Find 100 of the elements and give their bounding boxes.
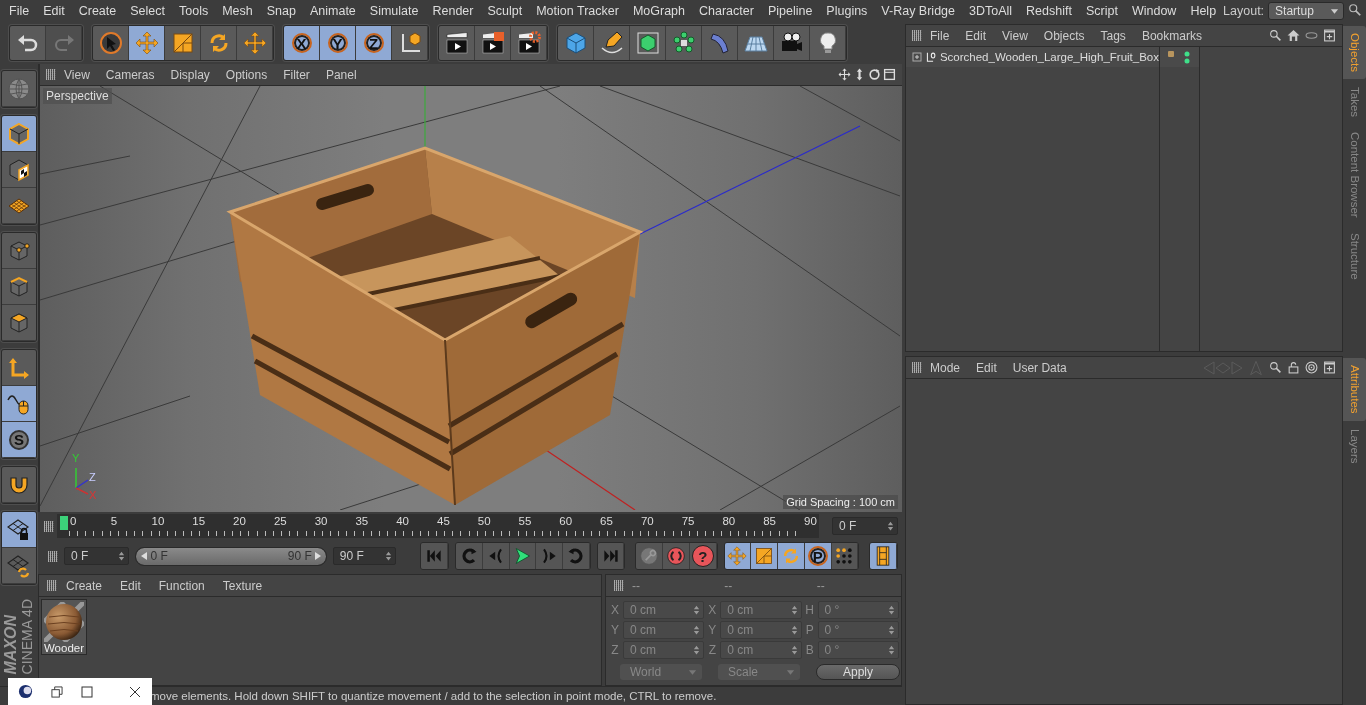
tool-button[interactable] [2,305,36,341]
menu-item[interactable]: MoGraph [625,4,692,18]
menu-item[interactable]: Simulate [362,4,426,18]
menu-item[interactable]: Cameras [97,67,163,82]
side-tab[interactable]: Objects [1343,26,1366,79]
spinner-arrows-icon [888,604,896,616]
tool-button[interactable]: X [284,26,320,60]
layout-dropdown[interactable]: Startup [1268,2,1344,20]
menu-item[interactable]: Mode [922,360,969,375]
menu-item[interactable]: Tools [172,4,216,18]
tool-button[interactable] [666,26,702,60]
current-frame-field[interactable]: 0 F [832,517,898,535]
tool-button[interactable] [392,26,428,60]
grip-handle[interactable] [47,580,57,591]
menu-item[interactable]: Objects [1035,28,1093,43]
tool-button[interactable] [738,26,774,60]
material-swatch[interactable]: Wooder [41,599,87,655]
playback-button[interactable] [509,543,537,569]
tool-button[interactable]: S [2,422,36,458]
playback-button[interactable]: P [804,543,832,569]
tool-button[interactable] [594,26,630,60]
tool-button[interactable] [93,26,129,60]
tool-button[interactable] [439,26,475,60]
menu-item[interactable]: Display [162,67,218,82]
tool-button[interactable]: Z [356,26,392,60]
menu-item[interactable]: Pipeline [760,4,820,18]
menu-item[interactable]: Motion Tracker [529,4,626,18]
search-icon [1348,2,1362,17]
grip-handle[interactable] [614,580,624,591]
side-tab[interactable]: Content Browser [1343,125,1366,225]
menu-item[interactable]: Help [1183,4,1224,18]
menu-item[interactable]: Window [1124,4,1184,18]
grip-handle[interactable] [48,550,58,562]
tool-button[interactable]: Y [320,26,356,60]
axis-label: X [609,603,620,617]
axis-label: Y [72,453,80,463]
menu-item[interactable]: File [2,4,37,18]
frame-range-slider[interactable]: 0 F 90 F [135,546,327,566]
caret-icon [1330,7,1339,15]
menu-item[interactable]: Character [692,4,761,18]
menu-item[interactable]: User Data [1004,360,1075,375]
frame-number: 35 [355,515,369,527]
playback-button[interactable]: ? [689,543,717,569]
menu-item[interactable]: Redshift [1019,4,1079,18]
end-frame-field[interactable]: 90 F [332,547,397,565]
menu-item[interactable]: Texture [213,578,272,593]
menu-item[interactable]: Select [123,4,172,18]
grip-handle[interactable] [912,362,922,373]
menu-item[interactable]: Edit [968,360,1005,375]
playback-button[interactable] [870,543,897,569]
playback-button[interactable] [636,543,664,569]
menu-item[interactable]: View [56,67,98,82]
grip-handle[interactable] [46,69,56,80]
playback-button[interactable] [778,543,805,569]
menu-item[interactable]: V-Ray Bridge [874,4,962,18]
timeline-ruler[interactable]: 0 5 10 15 20 25 30 35 40 45 50 55 60 65 70 75 80 85 90 [57,514,819,538]
tool-button[interactable] [810,26,846,60]
right-arrow-icon [313,551,322,561]
tool-button[interactable] [511,26,547,60]
menu-item[interactable]: File [922,28,958,43]
side-tab[interactable]: Attributes [1343,358,1366,421]
menu-item[interactable]: Render [425,4,481,18]
side-tab[interactable]: Structure [1343,225,1366,287]
menu-item[interactable]: Mesh [215,4,260,18]
playback-button[interactable] [831,543,859,569]
tool-button[interactable] [2,548,36,584]
menu-item[interactable]: Tags [1092,28,1134,43]
menu-item[interactable]: Bookmarks [1133,28,1210,43]
left-arrow-icon [140,551,149,561]
menu-item[interactable]: Animate [302,4,363,18]
menu-item[interactable]: Edit [111,578,150,593]
menu-item[interactable]: Create [57,578,112,593]
tool-button[interactable] [10,26,46,60]
menu-item[interactable]: 3DToAll [962,4,1020,18]
tool-button[interactable] [2,152,36,188]
menu-item[interactable]: Panel [317,67,365,82]
playback-button[interactable] [663,543,690,569]
menu-item[interactable]: Sculpt [480,4,530,18]
menu-item[interactable]: Plugins [819,4,875,18]
tool-button[interactable] [774,26,810,60]
tool-button[interactable] [2,467,36,503]
start-frame-field[interactable]: 0 F [64,547,130,565]
playback-button[interactable] [724,543,752,569]
tool-button[interactable] [475,26,511,60]
tool-button[interactable] [2,512,36,548]
menu-item[interactable]: Options [217,67,276,82]
menu-item[interactable]: Edit [957,28,995,43]
grip-handle[interactable] [44,520,54,532]
playback-button[interactable] [751,543,779,569]
menu-item[interactable]: Script [1078,4,1125,18]
menu-item[interactable]: Filter [275,67,318,82]
menu-item[interactable]: Edit [36,4,72,18]
menu-item[interactable]: View [994,28,1036,43]
menu-item[interactable]: Snap [259,4,303,18]
side-tab[interactable]: Layers [1343,421,1366,471]
menu-item[interactable]: Function [149,578,214,593]
frame-number: 60 [559,515,573,527]
grip-handle[interactable] [912,30,922,41]
menu-item[interactable]: Create [71,4,124,18]
new-window-icon [1323,29,1336,42]
